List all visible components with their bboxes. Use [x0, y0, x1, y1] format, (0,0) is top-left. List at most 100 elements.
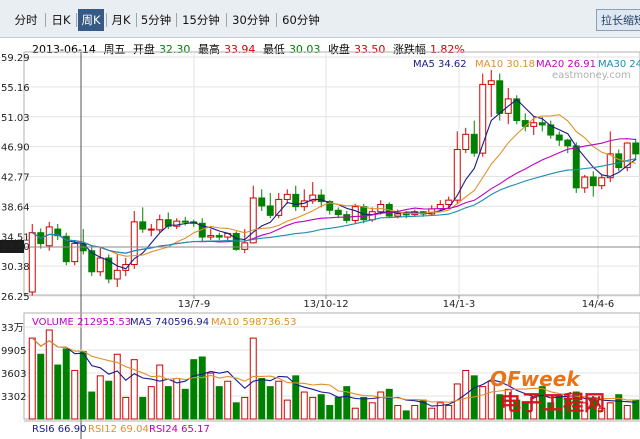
- volume-bar: [317, 394, 325, 420]
- volume-bar: [445, 405, 453, 420]
- rsi-legend: RSI6 66.90 RSI12 69.04 RSI24 65.17: [32, 424, 210, 435]
- candle: [147, 224, 155, 237]
- legend-vol-ma10-label: MA10: [211, 317, 239, 328]
- candle: [351, 203, 359, 224]
- candle: [88, 247, 96, 277]
- volume-bar: [96, 375, 104, 420]
- candle-body: [564, 139, 572, 147]
- volume-bar: [411, 405, 419, 420]
- candle-body: [555, 134, 563, 141]
- candle: [292, 185, 300, 212]
- legend-volume-label: VOLUME: [32, 317, 74, 328]
- volume-bar: [198, 356, 206, 420]
- candle: [283, 189, 291, 204]
- volume-bar: [156, 364, 164, 420]
- candle: [334, 207, 342, 219]
- legend-ma10-label: MA10: [475, 59, 503, 70]
- volume-bar: [275, 380, 283, 420]
- candle: [105, 254, 113, 284]
- legend-rsi6-value: 66.90: [58, 424, 87, 435]
- candle: [581, 174, 589, 193]
- candle-body: [258, 197, 266, 207]
- volume-tick-label: 3603: [1, 369, 26, 380]
- candle-body: [207, 235, 215, 238]
- volume-bar: [215, 386, 223, 420]
- candle-body: [445, 199, 453, 205]
- volume-bar: [164, 386, 172, 420]
- candle-body: [462, 133, 470, 151]
- candle-body: [598, 177, 606, 187]
- legend-vol-ma10-value: 598736.53: [242, 317, 296, 328]
- volume-bar: [122, 396, 130, 420]
- candlestick-series: [28, 69, 640, 296]
- candle-body: [122, 264, 130, 271]
- price-tick-label: 51.03: [1, 113, 30, 124]
- date-tick-label: 13/7-9: [178, 299, 210, 310]
- price-tick-label: 42.77: [1, 173, 30, 184]
- legend-rsi24-value: 65.17: [181, 424, 210, 435]
- volume-tick-label: 9905: [1, 346, 26, 357]
- volume-bar: [105, 380, 113, 420]
- legend-volume-value: 212955.53: [77, 317, 131, 328]
- candle: [598, 174, 606, 190]
- candle-body: [530, 122, 538, 127]
- legend-vol-ma5-label: MA5: [130, 317, 152, 328]
- volume-bar: [147, 386, 155, 420]
- candle: [547, 120, 555, 139]
- candle: [258, 189, 266, 212]
- candle-body: [572, 145, 580, 189]
- legend-rsi6-label: RSI6: [32, 424, 55, 435]
- price-tick-label: 26.25: [1, 292, 30, 303]
- volume-bar: [139, 396, 147, 420]
- candle-body: [139, 221, 147, 230]
- legend-rsi12-label: RSI12: [88, 424, 117, 435]
- legend-ma30-value: 24: [629, 59, 640, 70]
- candle: [113, 254, 121, 287]
- candle: [564, 138, 572, 154]
- candle: [215, 232, 223, 240]
- svg-text:MA10 30.18: MA10 30.18: [475, 59, 535, 70]
- candle: [173, 218, 181, 230]
- volume-bar: [37, 353, 45, 420]
- volume-bar: [300, 391, 308, 420]
- svg-text:MA20 26.91: MA20 26.91: [536, 59, 596, 70]
- volume-bar: [249, 337, 257, 420]
- candle-body: [28, 232, 36, 293]
- volume-bar: [334, 396, 342, 420]
- eastmoney-watermark: eastmoney.com: [552, 70, 631, 81]
- svg-text:RSI12 69.04: RSI12 69.04: [88, 424, 149, 435]
- legend-ma30-label: MA30: [598, 59, 626, 70]
- volume-bar: [623, 405, 631, 420]
- candle-body: [147, 228, 155, 231]
- volume-bar: [632, 399, 640, 420]
- candle-body: [581, 176, 589, 189]
- stock-chart[interactable]: 59.2955.1651.0346.9042.7738.6434.5130.38…: [0, 0, 640, 439]
- date-tick-label: 14/4-6: [582, 299, 614, 310]
- volume-axis-labels: 33万 9905 3603 3302: [1, 323, 26, 403]
- candle-body: [496, 80, 504, 114]
- volume-bar: [224, 380, 232, 420]
- date-axis-labels: 13/7-9 13/10-12 14/1-3 14/4-6: [178, 299, 614, 310]
- candle-body: [615, 153, 623, 169]
- legend-rsi12-value: 69.04: [120, 424, 149, 435]
- svg-text:MA5 34.62: MA5 34.62: [413, 59, 467, 70]
- candle: [555, 131, 563, 146]
- candle-body: [113, 269, 121, 280]
- candle: [300, 189, 308, 212]
- volume-bar: [190, 359, 198, 420]
- price-tick-label: 30.38: [1, 262, 30, 273]
- svg-text:RSI6 66.90: RSI6 66.90: [32, 424, 86, 435]
- ofweek-logo: OFweek 电子工程网: [490, 367, 605, 415]
- price-panel-frame: [23, 51, 640, 296]
- volume-bar: [428, 407, 436, 420]
- candle: [71, 239, 79, 266]
- candle: [45, 221, 53, 251]
- legend-ma20-label: MA20: [536, 59, 564, 70]
- volume-bar: [360, 396, 368, 420]
- legend-ma5-value: 34.62: [438, 59, 467, 70]
- volume-bar: [241, 396, 249, 420]
- volume-bar: [479, 386, 487, 420]
- candle: [589, 171, 597, 197]
- date-tick-label: 14/1-3: [443, 299, 475, 310]
- ma-legend: MA5 34.62 MA10 30.18 MA20 26.91 MA30 24: [413, 59, 640, 70]
